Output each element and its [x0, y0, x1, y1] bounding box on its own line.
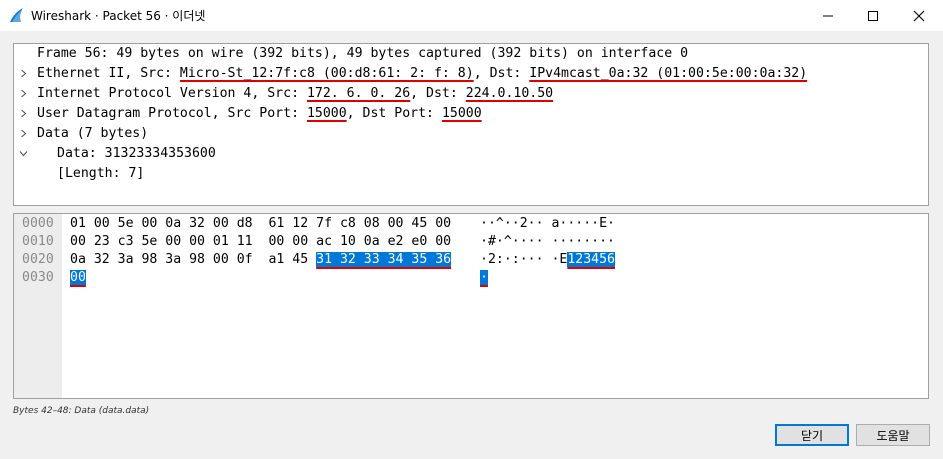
packet-bytes-pane[interactable]: 0000 0010 0020 0030 01 00 5e 00 0a 32 00… [13, 213, 929, 399]
tree-item-label: Ethernet II, Src: Micro-St_12:7f:c8 (00:… [37, 64, 807, 84]
tree-item-frame[interactable]: Frame 56: 49 bytes on wire (392 bits), 4… [14, 44, 688, 78]
maximize-icon [868, 10, 878, 21]
hex-selected-bytes[interactable]: 00 [70, 270, 86, 285]
label-mid: , Dst: [473, 66, 530, 81]
tree-item-label: Data: 31323334353600 [57, 146, 216, 161]
hex-row-1[interactable]: 00 23 c3 5e 00 00 01 11 00 00 ac 10 0a e… [70, 233, 451, 251]
tree-item-label: Frame 56: 49 bytes on wire (392 bits), 4… [37, 46, 689, 61]
ip-dst: 224.0.10.50 [465, 86, 554, 101]
window-title: Wireshark · Packet 56 · 이더넷 [31, 9, 206, 23]
status-bar-text: Bytes 42–48: Data (data.data) [13, 406, 150, 416]
ascii-row-2[interactable]: ·2:·:··· ·E123456 [480, 251, 615, 269]
hex-bytes: 0a 32 3a 98 3a 98 00 0f a1 45 [70, 252, 317, 267]
ascii-row-0[interactable]: ··^··2·· a·····E· [480, 215, 615, 233]
hex-row-3[interactable]: 00 [70, 269, 86, 287]
ascii-row-3[interactable]: · [480, 269, 488, 287]
ascii-row-1[interactable]: ·#·^···· ········ [480, 233, 615, 251]
minimize-icon [823, 15, 833, 16]
close-icon [913, 10, 925, 21]
wireshark-fin-icon [9, 7, 25, 23]
maximize-button[interactable] [850, 0, 896, 31]
tree-item-label: Internet Protocol Version 4, Src: 172. 6… [37, 84, 553, 104]
close-button[interactable]: 닫기 [775, 424, 849, 446]
tree-item-data-length[interactable]: [Length: 7] [14, 164, 144, 184]
ascii-selected-chars[interactable]: · [480, 270, 488, 285]
minimize-button[interactable] [805, 0, 851, 31]
tree-item-label: [Length: 7] [57, 166, 145, 181]
hex-selected-bytes[interactable]: 31 32 33 34 35 36 [316, 252, 452, 267]
tree-item-data-value[interactable]: Data: 31323334353600 [14, 144, 216, 164]
label-prefix: User Datagram Protocol, Src Port: [37, 106, 307, 121]
hex-row-0[interactable]: 01 00 5e 00 0a 32 00 d8 61 12 7f c8 08 0… [70, 215, 451, 233]
label-prefix: Internet Protocol Version 4, Src: [37, 86, 307, 101]
tree-item-udp[interactable]: User Datagram Protocol, Src Port: 15000,… [14, 104, 482, 138]
label-mid: , Dst Port: [346, 106, 442, 121]
hex-row-2[interactable]: 0a 32 3a 98 3a 98 00 0f a1 45 31 32 33 3… [70, 251, 452, 269]
tree-item-label: Data (7 bytes) [37, 126, 149, 141]
packet-details-tree[interactable]: Frame 56: 49 bytes on wire (392 bits), 4… [13, 43, 929, 206]
udp-dst-port: 15000 [441, 106, 482, 121]
tree-item-ipv4[interactable]: Internet Protocol Version 4, Src: 172. 6… [14, 84, 553, 118]
tree-item-ethernet[interactable]: Ethernet II, Src: Micro-St_12:7f:c8 (00:… [14, 64, 807, 98]
help-button[interactable]: 도움말 [856, 424, 930, 446]
offset-0030: 0030 [22, 270, 54, 285]
ascii-chars: ·2:·:··· ·E [480, 252, 568, 267]
tree-item-label: User Datagram Protocol, Src Port: 15000,… [37, 104, 482, 124]
label-prefix: Ethernet II, Src: [37, 66, 180, 81]
ascii-selected-chars[interactable]: 123456 [567, 252, 615, 267]
offset-0020: 0020 [22, 252, 54, 267]
close-window-button[interactable] [896, 0, 942, 31]
offset-0000: 0000 [22, 216, 54, 231]
offset-0010: 0010 [22, 234, 54, 249]
udp-src-port: 15000 [306, 106, 347, 121]
eth-src: Micro-St_12:7f:c8 (00:d8:61: 2: f: 8) [179, 66, 474, 81]
tree-item-data[interactable]: Data (7 bytes) [14, 124, 148, 157]
title-bar: Wireshark · Packet 56 · 이더넷 [0, 0, 943, 31]
eth-dst: IPv4mcast_0a:32 (01:00:5e:00:0a:32) [529, 66, 808, 81]
ip-src: 172. 6. 0. 26 [306, 86, 411, 101]
label-mid: , Dst: [410, 86, 466, 101]
